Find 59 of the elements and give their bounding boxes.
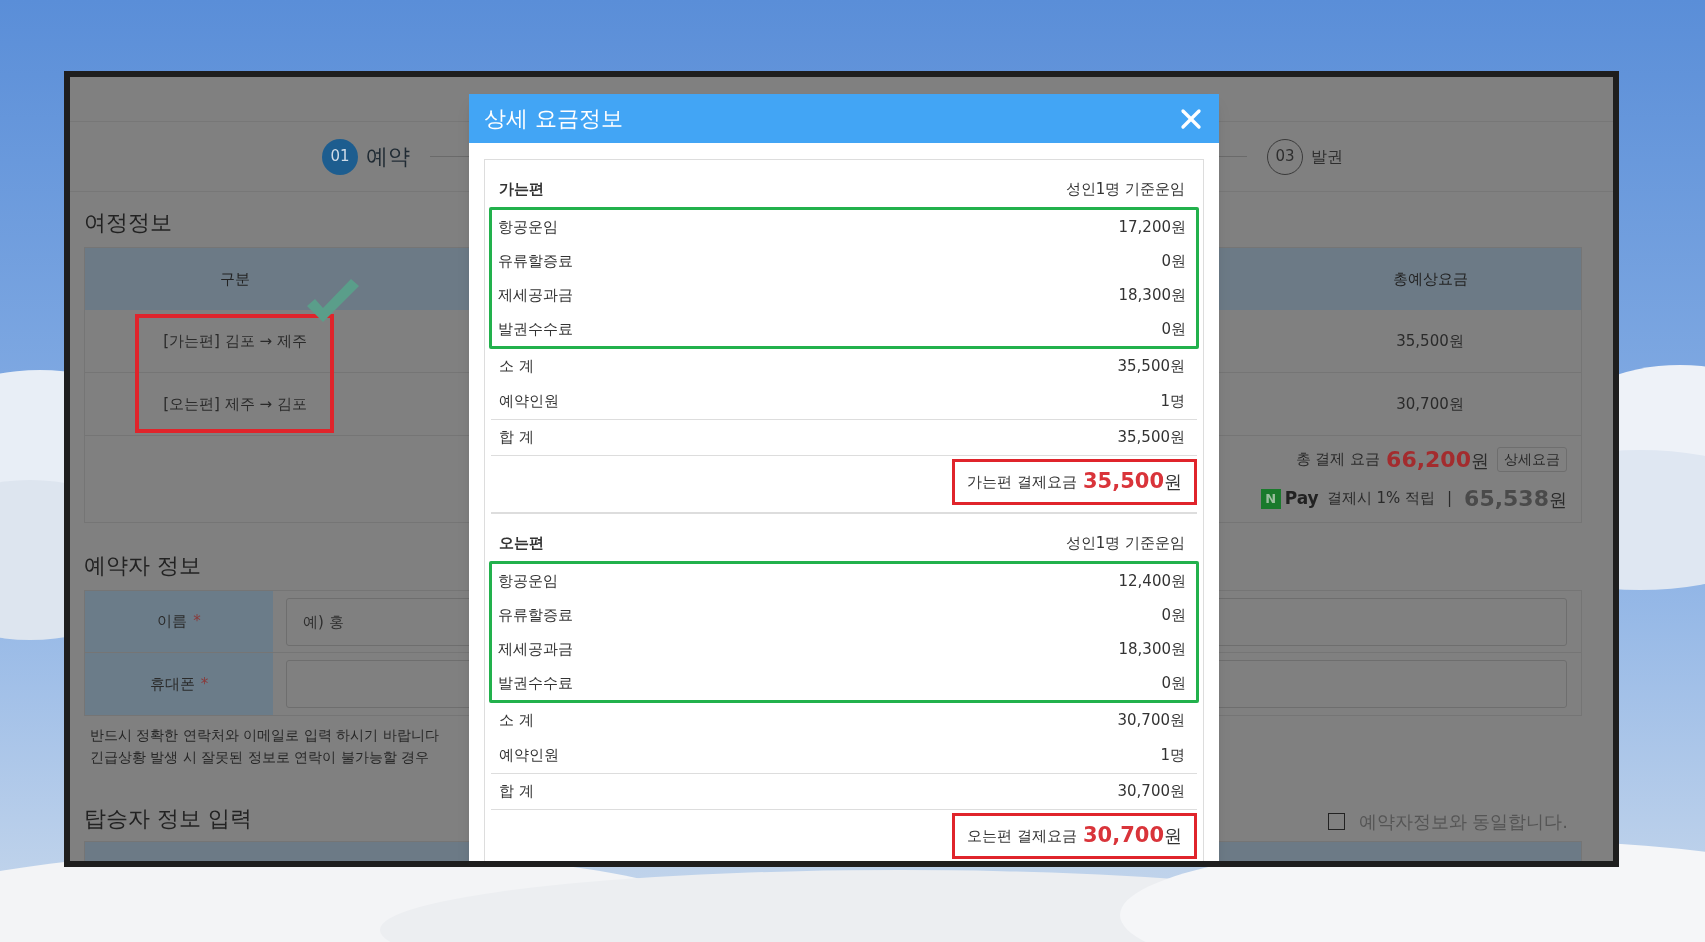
section-heading: 여정정보 <box>84 209 172 237</box>
section-title: 가는편 <box>499 179 544 201</box>
subtotal-label: 소 계 <box>499 356 534 378</box>
total-value: 30,700원 <box>1117 781 1185 803</box>
total-label: 총 결제 요금 <box>1295 449 1381 471</box>
fare-label: 제세공과금 <box>498 638 573 660</box>
column-header: 구분 <box>219 268 251 290</box>
notice-text: 반드시 정확한 연락처와 이메일로 입력 하시기 바랍니다 <box>90 726 439 745</box>
total-amount: 66,200원 <box>1386 446 1489 474</box>
points-text: 결제시 1% 적립 <box>1326 488 1436 510</box>
route-cell-text: [가는편] 김포 → 제주 <box>162 330 308 352</box>
step-label: 예약 <box>366 143 410 171</box>
payment-amount: 오는편 결제요금 30,700원 <box>952 813 1197 859</box>
checkbox[interactable] <box>1327 813 1345 830</box>
payment-amount: 가는편 결제요금 35,500원 <box>952 459 1197 505</box>
section-title: 오는편 <box>499 533 544 555</box>
fare-label: 유류할증료 <box>498 604 573 626</box>
total-label: 합 계 <box>499 781 534 803</box>
fare-value: 17,200원 <box>1118 216 1186 238</box>
field-label: 이름 * <box>85 591 273 652</box>
step-number: 01 <box>322 138 358 175</box>
passengers-value: 1명 <box>1160 745 1185 767</box>
fare-cell-text: 30,700원 <box>1395 393 1465 415</box>
dialog-title: 상세 요금정보 <box>484 105 623 133</box>
npay-logo: N Pay <box>1260 485 1319 512</box>
fare-value: 18,300원 <box>1118 638 1186 660</box>
passengers-label: 예약인원 <box>499 745 559 767</box>
separator: | <box>1446 488 1454 510</box>
subtotal-label: 소 계 <box>499 710 534 732</box>
field-label: 휴대폰 * <box>85 653 273 715</box>
subtotal-value: 35,500원 <box>1117 356 1185 378</box>
fare-label: 발권수수료 <box>498 318 573 340</box>
fare-label: 발권수수료 <box>498 672 573 694</box>
fare-basis: 성인1명 기준운임 <box>1065 533 1185 555</box>
fare-value: 12,400원 <box>1118 570 1186 592</box>
fare-basis: 성인1명 기준운임 <box>1065 179 1185 201</box>
fare-value: 0원 <box>1161 672 1186 694</box>
notice-text: 긴급상황 발생 시 잘못된 정보로 연락이 불가능할 경우 <box>90 748 430 767</box>
passengers-label: 예약인원 <box>499 391 559 413</box>
detail-fare-button[interactable]: 상세요금 <box>1497 447 1567 472</box>
fare-label: 제세공과금 <box>498 284 573 306</box>
fare-value: 0원 <box>1161 604 1186 626</box>
step-label: 발권 <box>1311 145 1343 168</box>
fare-label: 항공운임 <box>498 216 558 238</box>
fare-label: 항공운임 <box>498 570 558 592</box>
fare-value: 18,300원 <box>1118 284 1186 306</box>
total-value: 35,500원 <box>1117 427 1185 449</box>
passengers-value: 1명 <box>1160 391 1185 413</box>
fare-value: 0원 <box>1161 318 1186 340</box>
total-label: 합 계 <box>499 427 534 449</box>
section-heading: 탑승자 정보 입력 <box>84 805 252 833</box>
route-cell-text: [오는편] 제주 → 김포 <box>162 393 308 415</box>
subtotal-value: 30,700원 <box>1117 710 1185 732</box>
column-header: 총예상요금 <box>1391 268 1469 290</box>
check-icon <box>305 278 361 324</box>
section-heading: 예약자 정보 <box>84 552 201 580</box>
fare-value: 0원 <box>1161 250 1186 272</box>
fare-label: 유류할증료 <box>498 250 573 272</box>
fare-cell-text: 35,500원 <box>1395 330 1465 352</box>
